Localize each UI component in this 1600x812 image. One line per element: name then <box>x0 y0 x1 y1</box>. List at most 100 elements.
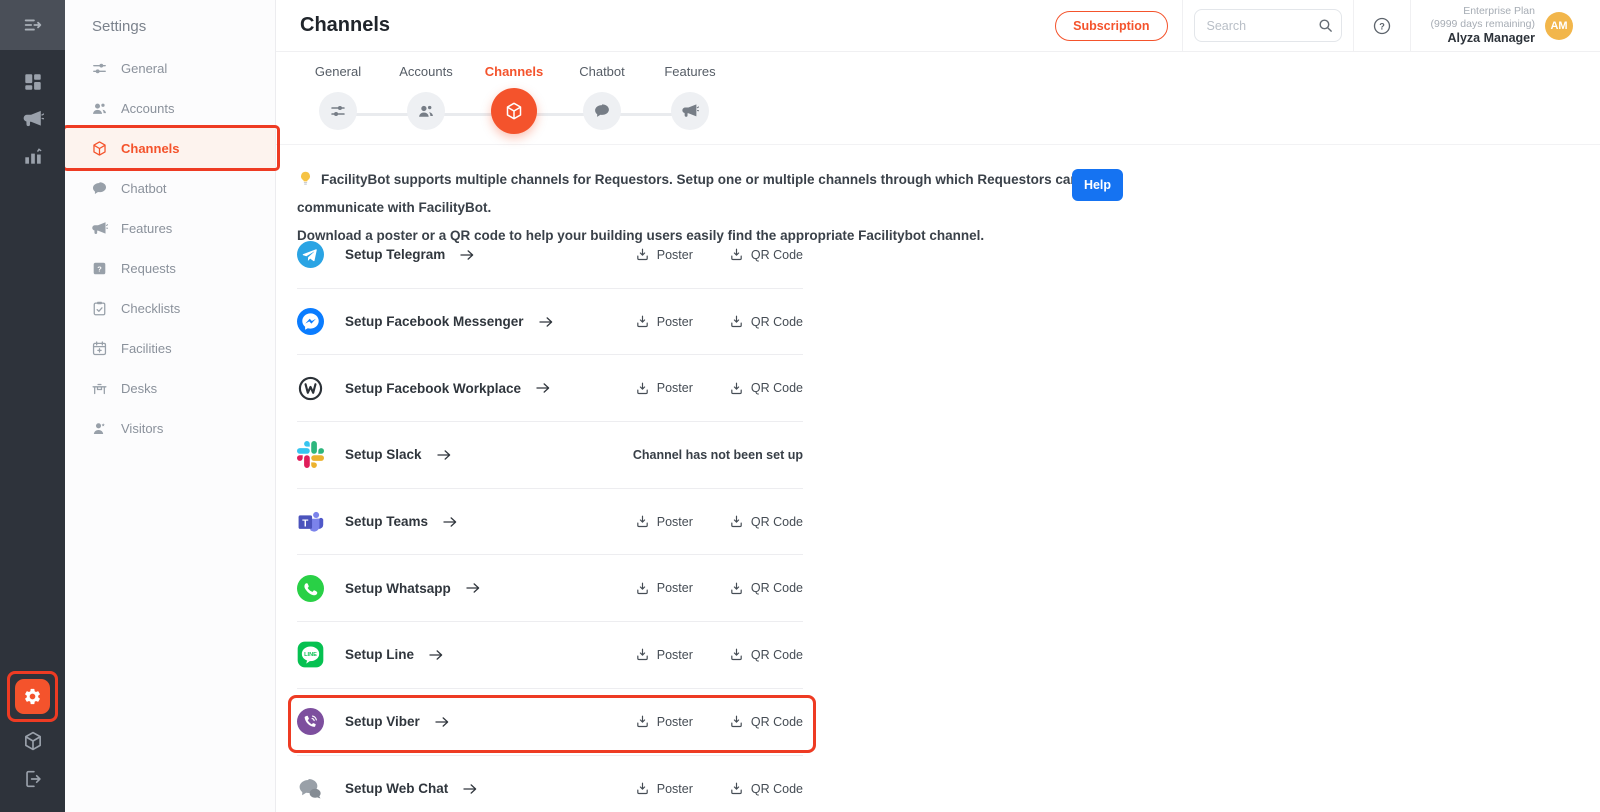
channel-row: T Setup Teams Channel has not been set u… <box>297 489 803 556</box>
stepper-step-circle[interactable] <box>319 92 357 130</box>
channel-setup-link[interactable]: Setup Slack <box>345 447 422 462</box>
qr-code-download-button[interactable]: QR Code <box>729 314 803 329</box>
subscription-button[interactable]: Subscription <box>1055 10 1168 41</box>
stepper-step[interactable]: Accounts <box>382 64 470 134</box>
rail-nav-button[interactable] <box>22 145 44 167</box>
help-button[interactable]: Help <box>1072 169 1123 201</box>
qr-code-download-button[interactable]: QR Code <box>729 381 803 396</box>
stepper-step-circle[interactable] <box>491 88 537 134</box>
request-icon: ? <box>91 260 108 277</box>
stepper-step[interactable]: Chatbot <box>558 64 646 134</box>
qr-code-label: QR Code <box>750 714 803 729</box>
channel-setup-link[interactable]: Setup Web Chat <box>345 781 448 796</box>
arrow-right-icon[interactable] <box>464 579 482 597</box>
poster-download-button[interactable]: Poster <box>635 714 693 729</box>
qr-code-download-button[interactable]: QR Code <box>729 781 803 796</box>
avatar[interactable]: AM <box>1545 11 1573 40</box>
poster-download-button[interactable]: Poster <box>635 514 693 529</box>
telegram-icon <box>297 241 324 269</box>
settings-menu-item[interactable]: Visitors <box>65 408 275 448</box>
line-icon: LINE <box>297 641 324 668</box>
channel-setup-link[interactable]: Setup Facebook Messenger <box>345 314 524 329</box>
arrow-right-icon[interactable] <box>534 379 552 397</box>
webchat-icon <box>297 775 324 802</box>
rail-bottom-button[interactable] <box>22 768 44 790</box>
settings-menu-item-label: Channels <box>121 140 180 156</box>
settings-menu-item[interactable]: Chatbot <box>65 168 275 208</box>
qr-code-label: QR Code <box>750 314 803 329</box>
logout-icon <box>22 768 44 790</box>
channel-setup-link[interactable]: Setup Whatsapp <box>345 581 451 596</box>
channel-setup-link[interactable]: Setup Viber <box>345 714 420 729</box>
messenger-icon <box>297 308 324 336</box>
arrow-right-icon[interactable] <box>458 246 476 264</box>
poster-download-button[interactable]: Poster <box>635 581 693 596</box>
profile-text: Enterprise Plan (9999 days remaining) Al… <box>1431 5 1535 46</box>
poster-download-button[interactable]: Poster <box>635 647 693 662</box>
rail-nav-button[interactable] <box>22 71 44 93</box>
qr-code-download-button[interactable]: QR Code <box>729 514 803 529</box>
search-icon[interactable] <box>1317 17 1334 34</box>
stepper-step[interactable]: General <box>294 64 382 134</box>
settings-menu-item[interactable]: Features <box>65 208 275 248</box>
qr-code-download-button[interactable]: QR Code <box>729 714 803 729</box>
settings-menu-item[interactable]: Facilities <box>65 328 275 368</box>
accounts-icon <box>417 102 435 120</box>
stepper-step-circle[interactable] <box>407 92 445 130</box>
stepper-step-label: General <box>314 64 362 79</box>
arrow-right-icon[interactable] <box>435 446 453 464</box>
settings-menu-item-label: Visitors <box>121 420 164 436</box>
qr-code-download-button[interactable]: QR Code <box>729 647 803 662</box>
channel-row: Setup Slack Channel has not been set up … <box>297 422 803 489</box>
poster-download-button[interactable]: Poster <box>635 381 693 396</box>
channel-setup-link[interactable]: Setup Facebook Workplace <box>345 381 521 396</box>
stepper-step-circle[interactable] <box>583 92 621 130</box>
settings-menu-item[interactable]: ? Requests <box>65 248 275 288</box>
arrow-right-icon[interactable] <box>427 646 445 664</box>
whatsapp-icon <box>297 574 324 602</box>
arrow-right-icon[interactable] <box>433 713 451 731</box>
settings-menu-item[interactable]: General <box>65 48 275 88</box>
settings-menu-item-label: Features <box>121 220 173 236</box>
settings-menu-item[interactable]: Checklists <box>65 288 275 328</box>
sliders-icon <box>91 60 108 77</box>
lightbulb-icon <box>297 170 314 187</box>
download-icon <box>635 714 650 729</box>
stepper-step[interactable]: Features <box>646 64 734 134</box>
stepper-step[interactable]: Channels <box>470 64 558 134</box>
poster-download-button[interactable]: Poster <box>635 314 693 329</box>
arrow-right-icon[interactable] <box>441 513 459 531</box>
settings-menu-item[interactable]: Channels <box>62 125 280 171</box>
collapse-sidebar-button[interactable] <box>0 0 65 50</box>
qr-code-download-button[interactable]: QR Code <box>729 247 803 262</box>
download-icon <box>729 647 744 662</box>
channel-row: Setup Telegram Channel has not been set … <box>297 222 803 289</box>
settings-menu-item-label: Requests <box>121 260 176 276</box>
settings-menu-item[interactable]: Accounts <box>65 88 275 128</box>
channel-setup-link[interactable]: Setup Teams <box>345 514 428 529</box>
channel-setup-link[interactable]: Setup Telegram <box>345 247 445 262</box>
stepper-step-label: Channels <box>484 64 544 79</box>
megaphone-icon <box>681 102 699 120</box>
profile-block[interactable]: Enterprise Plan (9999 days remaining) Al… <box>1411 5 1600 46</box>
channel-row: Setup Facebook Messenger Channel has not… <box>297 289 803 356</box>
question-circle-icon[interactable]: ? <box>1372 16 1392 36</box>
poster-download-button[interactable]: Poster <box>635 247 693 262</box>
rail-bottom-button[interactable] <box>7 671 58 722</box>
settings-menu-item[interactable]: Desks <box>65 368 275 408</box>
cube-icon <box>22 730 44 752</box>
page-header: Channels Subscription ? Enterprise Plan … <box>276 0 1600 52</box>
rail-nav-button[interactable] <box>22 108 44 130</box>
stepper-step-circle[interactable] <box>671 92 709 130</box>
arrow-right-icon[interactable] <box>461 780 479 798</box>
settings-menu-item-label: Accounts <box>121 100 175 116</box>
arrow-right-icon[interactable] <box>537 313 555 331</box>
rail-bottom-button[interactable] <box>22 730 44 752</box>
rail-bottom-nav <box>0 671 65 790</box>
dashboard-grid-icon <box>22 71 44 93</box>
calendar-plus-icon <box>91 340 108 357</box>
qr-code-download-button[interactable]: QR Code <box>729 581 803 596</box>
poster-download-button[interactable]: Poster <box>635 781 693 796</box>
chat-bubble-icon <box>91 180 108 197</box>
channel-setup-link[interactable]: Setup Line <box>345 647 414 662</box>
